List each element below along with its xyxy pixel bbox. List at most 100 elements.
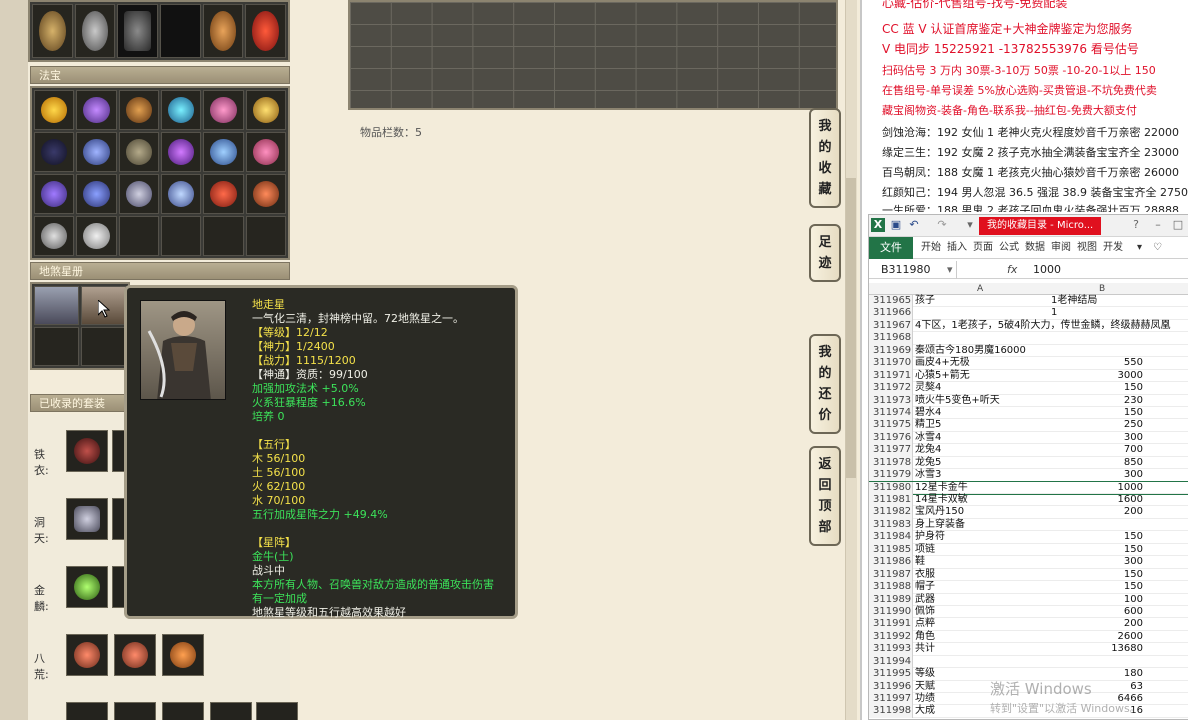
disha-slot[interactable] [81,327,126,366]
redo-icon[interactable]: ↷ [935,218,949,232]
row-number[interactable]: 311976 [869,431,913,445]
name-box-dropdown-icon[interactable]: ▾ [947,261,953,279]
fabao-slot[interactable] [160,216,202,256]
sheet-row[interactable]: 311977 龙兔4 700 [869,444,1188,457]
cell-b-text[interactable]: 1 [1051,307,1057,319]
row-number[interactable]: 311980 [869,481,913,494]
storage-grid[interactable] [348,0,838,110]
ribbon-tab-file[interactable]: 文件 [869,237,913,259]
row-number[interactable]: 311988 [869,581,913,594]
cell-b[interactable]: 200 [1009,618,1143,630]
sheet-row[interactable]: 311982 宝风丹150 200 [869,506,1188,519]
fabao-slot[interactable] [76,174,117,214]
disha-slot[interactable] [34,286,79,325]
help-icon[interactable]: ? [1129,218,1143,232]
row-number[interactable]: 311985 [869,543,913,557]
sheet-row[interactable]: 311971 心猿5+箭无 3000 [869,369,1188,383]
sheet-row[interactable]: 311984 护身符 150 [869,531,1188,544]
cell-a[interactable]: 帽子 [915,581,935,593]
fabao-slot[interactable] [160,90,202,130]
equip-slot[interactable] [202,4,244,58]
row-number[interactable]: 311986 [869,556,913,569]
row-number[interactable]: 311972 [869,382,913,395]
cell-a[interactable]: 宝风丹150 [915,506,964,518]
equip-slot[interactable] [32,4,73,58]
suit-slot[interactable] [114,702,156,720]
cell-b[interactable]: 13680 [1009,643,1143,655]
cell-b[interactable]: 150 [1009,382,1143,394]
tab-back-to-top[interactable]: 返 回 顶 部 [809,446,841,546]
row-number[interactable]: 311981 [869,494,913,507]
fabao-slot[interactable] [245,132,286,172]
cell-b[interactable]: 230 [1009,395,1143,407]
ribbon-tab-formula[interactable]: 公式 [999,237,1019,259]
column-header-a[interactable]: A [977,283,983,295]
cell-b[interactable]: 3000 [1009,370,1143,382]
fabao-slot[interactable] [160,174,202,214]
ribbon-collapse-icon[interactable]: ▾ [1137,237,1142,259]
row-number[interactable]: 311970 [869,357,913,370]
fabao-slot[interactable] [118,132,159,172]
equip-slot[interactable] [117,4,158,58]
row-number[interactable]: 311978 [869,456,913,470]
cell-a[interactable]: 碧水4 [915,407,941,419]
cell-b[interactable]: 600 [1009,606,1143,618]
sheet-row[interactable]: 311992 角色 2600 [869,630,1188,644]
sheet-row[interactable]: 311986 鞋 300 [869,556,1188,569]
tab-my-bargain[interactable]: 我 的 还 价 [809,334,841,434]
row-number[interactable]: 311967 [869,319,913,333]
cell-a[interactable]: 护身符 [915,531,945,543]
cell-b[interactable]: 550 [1009,357,1143,369]
row-number[interactable]: 311984 [869,531,913,544]
cell-a[interactable]: 佩饰 [915,606,935,618]
row-number[interactable]: 311987 [869,568,913,582]
suit-slot[interactable] [162,702,204,720]
tab-footprints[interactable]: 足 迹 [809,224,841,282]
equip-slot[interactable] [160,4,201,58]
cell-b[interactable]: 1600 [1009,494,1143,506]
sheet-row[interactable]: 311968 [869,332,1188,345]
cell-a[interactable]: 14星卡双敏 [915,494,968,506]
fabao-slot[interactable] [34,90,75,130]
sheet-row[interactable]: 311981 14星卡双敏 1600 [869,494,1188,507]
fabao-slot[interactable] [245,90,286,130]
suit-slot[interactable] [256,702,298,720]
save-icon[interactable]: ▣ [889,218,903,232]
sheet-row[interactable]: 311979 冰雪3 300 [869,469,1188,482]
cell-a[interactable]: 喷火牛5变色+听天 [915,395,1000,407]
row-number[interactable]: 311991 [869,618,913,631]
cell-b[interactable]: 150 [1009,581,1143,593]
formula-input[interactable]: 1000 [1033,261,1061,279]
row-number[interactable]: 311971 [869,369,913,383]
sheet-row[interactable]: 311980 12星卡金牛 1000 [869,480,1188,496]
heart-icon[interactable]: ♡ [1153,237,1162,259]
sheet-row[interactable]: 311974 碧水4 150 [869,406,1188,420]
cell-a[interactable]: 武器 [915,594,935,606]
cell-a[interactable]: 功绩 [915,693,935,705]
row-number[interactable]: 311982 [869,506,913,519]
row-number[interactable]: 311979 [869,469,913,482]
fx-icon[interactable]: fx [1007,261,1017,279]
row-number[interactable]: 311977 [869,444,913,457]
row-number[interactable]: 311969 [869,344,913,358]
row-number[interactable]: 311997 [869,693,913,706]
sheet-row[interactable]: 311991 点粹 200 [869,618,1188,631]
ribbon-tab-view[interactable]: 视图 [1077,237,1097,259]
row-number[interactable]: 311990 [869,605,913,619]
fabao-slot[interactable] [118,174,159,214]
cell-b[interactable]: 300 [1009,432,1143,444]
sheet-row[interactable]: 311990 佩饰 600 [869,605,1188,619]
suit-slot[interactable] [114,634,156,676]
equip-slot[interactable] [74,4,116,58]
fabao-slot[interactable] [76,132,117,172]
row-number[interactable]: 311983 [869,518,913,532]
ribbon-tab-insert[interactable]: 插入 [947,237,967,259]
cell-b[interactable]: 700 [1009,444,1143,456]
sheet-row[interactable]: 311989 武器 100 [869,593,1188,606]
cell-b[interactable]: 2600 [1009,631,1143,643]
row-number[interactable]: 311965 [869,295,913,308]
sheet-row[interactable]: 311973 喷火牛5变色+听天 230 [869,394,1188,407]
cell-a[interactable]: 冰雪3 [915,469,941,481]
fabao-slot[interactable] [203,90,244,130]
sheet-row[interactable]: 311993 共计 13680 [869,643,1188,656]
